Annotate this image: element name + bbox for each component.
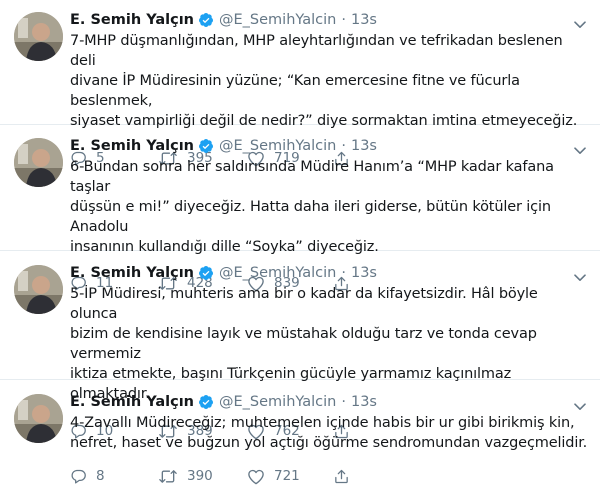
separator-dot: · [341,12,346,28]
separator-dot: · [341,265,346,281]
chevron-down-icon[interactable] [574,267,586,286]
author-name[interactable]: E. Semih Yalçın [70,394,194,410]
separator-dot: · [341,394,346,410]
tweet-item[interactable]: E. Semih Yalçın @E_SemihYalcin · 13s 5-İ… [0,251,600,439]
verified-badge-icon [198,138,214,154]
author-handle[interactable]: @E_SemihYalcin [219,12,336,28]
avatar[interactable] [14,138,63,187]
author-name[interactable]: E. Semih Yalçın [70,12,194,28]
reply-button[interactable]: 8 [70,468,158,485]
author-handle[interactable]: @E_SemihYalcin [219,138,336,154]
tweet-timestamp[interactable]: 13s [351,138,377,154]
avatar[interactable] [14,12,63,61]
reply-count: 8 [96,468,105,484]
like-button[interactable]: 721 [247,468,333,485]
tweet-timestamp[interactable]: 13s [351,394,377,410]
tweet-text: 6-Bundan sonra her saldırısında Müdire H… [70,159,554,255]
author-handle[interactable]: @E_SemihYalcin [219,265,336,281]
avatar[interactable] [14,265,63,314]
share-icon [333,468,359,485]
tweet-item[interactable]: E. Semih Yalçın @E_SemihYalcin · 13s 6-B… [0,125,600,291]
tweet-timestamp[interactable]: 13s [351,265,377,281]
verified-badge-icon [198,394,214,410]
retweet-count: 390 [187,468,213,484]
tweet-timestamp[interactable]: 13s [351,12,377,28]
share-button[interactable] [333,468,359,485]
author-name[interactable]: E. Semih Yalçın [70,138,194,154]
retweet-button[interactable]: 390 [158,468,247,485]
author-handle[interactable]: @E_SemihYalcin [219,394,336,410]
reply-icon [70,468,96,485]
tweet-text: 7-MHP düşmanlığından, MHP aleyhtarlığınd… [70,33,578,129]
tweet-text: 4-Zavallı Müdireceğiz; muhtemelen içinde… [70,415,588,451]
chevron-down-icon[interactable] [574,140,586,159]
tweet-item[interactable]: E. Semih Yalçın @E_SemihYalcin · 13s 7-M… [0,0,600,166]
heart-icon [247,468,274,485]
retweet-icon [158,468,187,485]
chevron-down-icon[interactable] [574,396,586,415]
verified-badge-icon [198,12,214,28]
verified-badge-icon [198,265,214,281]
tweet-feed: E. Semih Yalçın @E_SemihYalcin · 13s 7-M… [0,0,600,502]
tweet-item[interactable]: E. Semih Yalçın @E_SemihYalcin · 13s 4-Z… [0,380,600,502]
separator-dot: · [341,138,346,154]
chevron-down-icon[interactable] [574,14,586,33]
author-name[interactable]: E. Semih Yalçın [70,265,194,281]
like-count: 721 [274,468,300,484]
avatar[interactable] [14,394,63,443]
